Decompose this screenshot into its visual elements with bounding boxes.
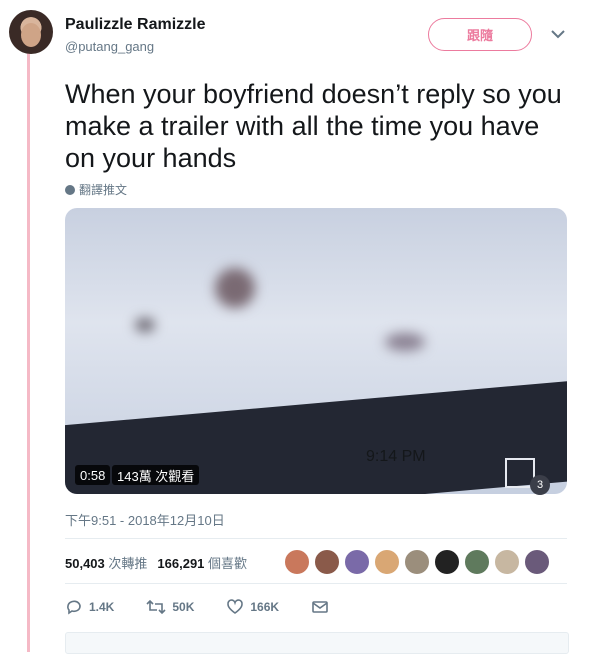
retweets-label: 次轉推 bbox=[108, 556, 148, 571]
globe-icon bbox=[65, 184, 75, 195]
retweets-count: 50,403 bbox=[65, 556, 105, 571]
retweet-count: 50K bbox=[172, 600, 195, 614]
direct-message-button[interactable] bbox=[311, 599, 329, 615]
liker-avatar[interactable] bbox=[494, 549, 520, 575]
video-clock: 9:14 PM bbox=[366, 448, 426, 465]
liker-avatar[interactable] bbox=[404, 549, 430, 575]
display-name[interactable]: Paulizzle Ramizzle bbox=[65, 16, 206, 34]
avatar[interactable] bbox=[9, 10, 53, 54]
reply-count: 1.4K bbox=[89, 600, 115, 614]
video-views: 143萬 次觀看 bbox=[112, 465, 200, 485]
translate-link[interactable]: 翻譯推文 bbox=[65, 181, 127, 198]
reply-button[interactable]: 1.4K bbox=[65, 598, 114, 616]
tweet-text: When your boyfriend doesn’t reply so you… bbox=[65, 79, 562, 173]
heart-icon bbox=[227, 599, 244, 614]
divider bbox=[65, 583, 567, 584]
like-count: 166K bbox=[250, 600, 280, 614]
translate-label: 翻譯推文 bbox=[79, 183, 128, 197]
likes-stat[interactable]: 166,291 個喜歡 bbox=[157, 553, 247, 572]
liker-avatar[interactable] bbox=[314, 549, 340, 575]
likes-label: 個喜歡 bbox=[208, 556, 248, 571]
like-button[interactable]: 166K bbox=[226, 598, 279, 616]
liker-avatars[interactable] bbox=[284, 549, 550, 575]
retweets-stat[interactable]: 50,403 次轉推 bbox=[65, 553, 147, 572]
tweet-timestamp[interactable]: 下午9:51 - 2018年12月10日 bbox=[65, 510, 225, 529]
reply-icon bbox=[67, 600, 81, 615]
stats-row: 50,403 次轉推 166,291 個喜歡 bbox=[65, 553, 247, 572]
liker-avatar[interactable] bbox=[524, 549, 550, 575]
video-duration: 0:58 bbox=[75, 465, 111, 485]
liker-avatar[interactable] bbox=[464, 549, 490, 575]
retweet-button[interactable]: 50K bbox=[146, 598, 194, 616]
thread-line bbox=[27, 52, 30, 652]
reply-input-area[interactable] bbox=[65, 632, 569, 654]
likes-count: 166,291 bbox=[157, 556, 205, 571]
video-frame-detail bbox=[385, 333, 425, 351]
liker-avatar[interactable] bbox=[374, 549, 400, 575]
video-frame-detail bbox=[215, 268, 255, 308]
notification-badge: 3 bbox=[530, 475, 550, 495]
envelope-icon bbox=[312, 601, 328, 613]
retweet-icon bbox=[146, 599, 166, 615]
username[interactable]: @putang_gang bbox=[65, 39, 206, 54]
liker-avatar[interactable] bbox=[344, 549, 370, 575]
divider bbox=[65, 538, 567, 539]
follow-button[interactable]: 跟隨 bbox=[428, 18, 532, 51]
video-frame-detail bbox=[135, 318, 155, 332]
video-player[interactable] bbox=[65, 208, 567, 494]
liker-avatar[interactable] bbox=[434, 549, 460, 575]
liker-avatar[interactable] bbox=[284, 549, 310, 575]
actions-bar: 1.4K 50K 166K bbox=[65, 598, 361, 616]
chevron-down-icon[interactable] bbox=[550, 28, 566, 40]
user-block: Paulizzle Ramizzle @putang_gang bbox=[65, 16, 206, 54]
